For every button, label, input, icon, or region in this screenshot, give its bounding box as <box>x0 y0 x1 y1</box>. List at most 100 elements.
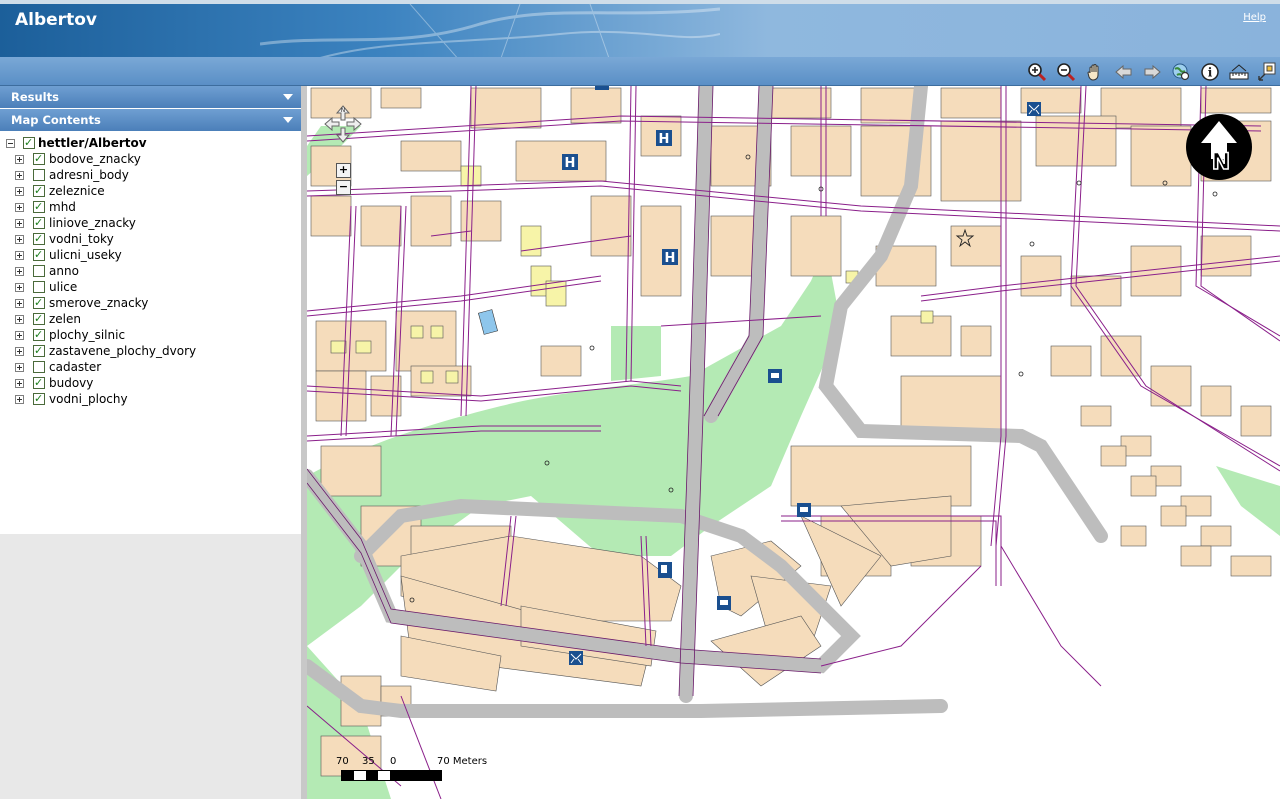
layer-row: mhd <box>0 199 300 215</box>
expand-toggle[interactable] <box>15 219 24 228</box>
scale-strip <box>341 770 442 781</box>
layer-visibility-checkbox[interactable] <box>33 169 45 181</box>
map-contents-panel-header[interactable]: Map Contents <box>0 109 301 132</box>
layer-label: plochy_silnic <box>49 328 126 342</box>
header-map-decoration <box>260 4 720 57</box>
expand-toggle[interactable] <box>15 315 24 324</box>
layer-visibility-checkbox[interactable] <box>33 343 45 359</box>
measure-ruler-icon[interactable] <box>1229 62 1249 82</box>
panel-splitter[interactable] <box>301 86 307 799</box>
pan-arrows-icon[interactable]: N <box>323 104 363 144</box>
layer-row: plochy_silnic <box>0 327 300 343</box>
zoom-in-icon[interactable] <box>1027 62 1047 82</box>
forward-arrow-icon[interactable] <box>1142 62 1162 82</box>
layer-visibility-checkbox[interactable] <box>33 391 45 407</box>
layer-label: liniove_znacky <box>49 216 136 230</box>
layer-label: zeleznice <box>49 184 105 198</box>
expand-toggle[interactable] <box>15 203 24 212</box>
layer-label: vodni_toky <box>49 232 114 246</box>
collapse-toggle[interactable] <box>6 139 15 148</box>
collapse-caret-icon[interactable] <box>283 117 293 123</box>
app-title: Albertov <box>15 10 97 30</box>
layer-label: anno <box>49 264 79 278</box>
layer-visibility-checkbox[interactable] <box>33 215 45 231</box>
layer-row: budovy <box>0 375 300 391</box>
layer-label: budovy <box>49 376 94 390</box>
north-arrow-icon: N <box>1186 114 1252 180</box>
collapse-caret-icon[interactable] <box>283 94 293 100</box>
layer-label: mhd <box>49 200 76 214</box>
identify-info-icon[interactable]: i <box>1200 62 1220 82</box>
layer-visibility-checkbox[interactable] <box>33 311 45 327</box>
layer-row: ulicni_useky <box>0 247 300 263</box>
layer-row: zastavene_plochy_dvory <box>0 343 300 359</box>
layer-label: ulice <box>49 280 78 294</box>
layer-visibility-checkbox[interactable] <box>33 327 45 343</box>
layer-visibility-checkbox[interactable] <box>33 375 45 391</box>
layer-visibility-checkbox[interactable] <box>33 199 45 215</box>
map-zoom-in-button[interactable]: + <box>336 163 351 178</box>
layer-row: vodni_toky <box>0 231 300 247</box>
layer-row: ulice <box>0 279 300 295</box>
help-link[interactable]: Help <box>1243 12 1266 23</box>
expand-toggle[interactable] <box>15 155 24 164</box>
zoom-out-icon[interactable] <box>1056 62 1076 82</box>
scale-label: 35 <box>362 756 375 767</box>
map-contents-label: Map Contents <box>11 113 101 127</box>
expand-toggle[interactable] <box>15 235 24 244</box>
svg-text:H: H <box>565 156 576 171</box>
expand-toggle[interactable] <box>15 363 24 372</box>
layer-row: adresni_body <box>0 167 300 183</box>
map-zoom-out-button[interactable]: − <box>336 180 351 195</box>
svg-text:N: N <box>1212 150 1230 175</box>
map-canvas[interactable]: H H H <box>301 86 1280 799</box>
layer-row: vodni_plochy <box>0 391 300 407</box>
expand-toggle[interactable] <box>15 187 24 196</box>
layer-visibility-checkbox[interactable] <box>33 361 45 373</box>
expand-toggle[interactable] <box>15 267 24 276</box>
layer-visibility-checkbox[interactable] <box>33 265 45 277</box>
layer-label: smerove_znacky <box>49 296 149 310</box>
app-header: Albertov Help <box>0 0 1280 57</box>
map-view[interactable]: H H H N + − N 70 35 0 70 Meters <box>301 86 1280 799</box>
layer-row: zeleznice <box>0 183 300 199</box>
layer-tree-root: hettler/Albertov <box>0 135 300 151</box>
layer-visibility-checkbox[interactable] <box>33 151 45 167</box>
pan-hand-icon[interactable] <box>1085 62 1105 82</box>
expand-toggle[interactable] <box>15 299 24 308</box>
layer-visibility-checkbox[interactable] <box>33 281 45 293</box>
layer-label: adresni_body <box>49 168 129 182</box>
expand-toggle[interactable] <box>15 283 24 292</box>
expand-toggle[interactable] <box>15 379 24 388</box>
expand-toggle[interactable] <box>15 331 24 340</box>
back-arrow-icon[interactable] <box>1114 62 1134 82</box>
expand-toggle[interactable] <box>15 347 24 356</box>
layer-label: cadaster <box>49 360 102 374</box>
left-panel: Results Map Contents hettler/Albertov bo… <box>0 86 301 799</box>
full-extent-globe-icon[interactable] <box>1171 62 1191 82</box>
svg-text:H: H <box>659 132 670 147</box>
layer-label: zastavene_plochy_dvory <box>49 344 197 358</box>
layer-visibility-checkbox[interactable] <box>33 183 45 199</box>
root-layer-checkbox[interactable] <box>23 135 35 151</box>
svg-text:i: i <box>1208 66 1213 80</box>
layer-visibility-checkbox[interactable] <box>33 295 45 311</box>
layer-label: zelen <box>49 312 82 326</box>
expand-toggle[interactable] <box>15 251 24 260</box>
scale-label: 0 <box>390 756 397 767</box>
svg-text:N: N <box>341 107 346 114</box>
layer-visibility-checkbox[interactable] <box>33 247 45 263</box>
overview-icon[interactable] <box>1257 62 1277 82</box>
layer-row: smerove_znacky <box>0 295 300 311</box>
layer-row: liniove_znacky <box>0 215 300 231</box>
layer-row: bodove_znacky <box>0 151 300 167</box>
layer-row: anno <box>0 263 300 279</box>
expand-toggle[interactable] <box>15 395 24 404</box>
expand-toggle[interactable] <box>15 171 24 180</box>
root-layer-label: hettler/Albertov <box>38 136 147 150</box>
layer-label: bodove_znacky <box>49 152 141 166</box>
layer-visibility-checkbox[interactable] <box>33 231 45 247</box>
results-panel-header[interactable]: Results <box>0 86 301 109</box>
map-toolbar: i <box>0 57 1280 86</box>
scale-label: 70 Meters <box>437 756 488 767</box>
